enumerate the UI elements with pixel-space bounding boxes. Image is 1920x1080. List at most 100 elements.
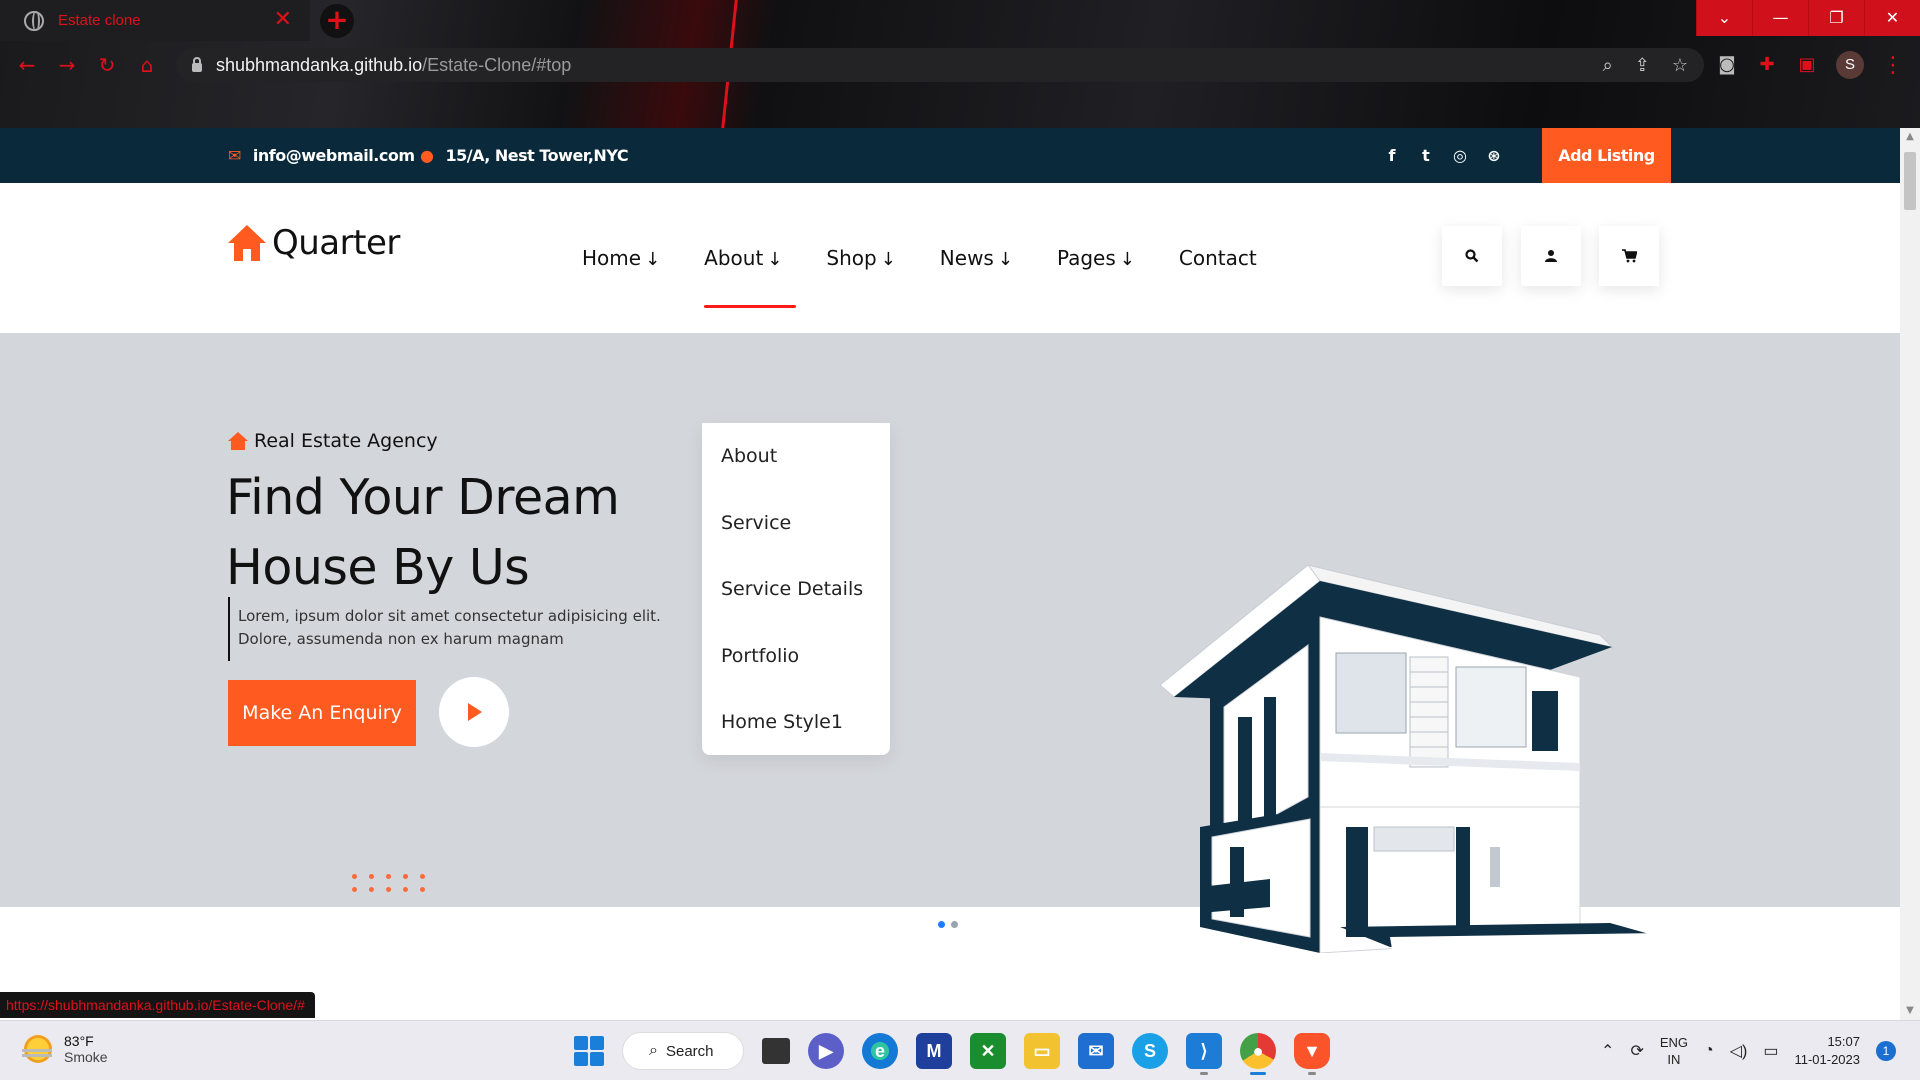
mail-icon[interactable]: ✉ bbox=[1078, 1033, 1114, 1069]
notification-badge[interactable]: 1 bbox=[1876, 1041, 1896, 1061]
new-tab-button[interactable]: + bbox=[320, 4, 354, 38]
camera-extension-icon[interactable]: ◙ bbox=[1716, 54, 1738, 76]
email-link[interactable]: ✉ info@webmail.com bbox=[228, 128, 415, 183]
address-bar[interactable]: shubhmandanka.github.io/Estate-Clone/#to… bbox=[176, 48, 1704, 82]
scroll-up-icon[interactable]: ▲ bbox=[1900, 128, 1920, 146]
site-logo[interactable]: Quarter bbox=[228, 223, 400, 263]
dropdown-item-portfolio[interactable]: Portfolio bbox=[702, 641, 890, 708]
dropdown-item-about[interactable]: About bbox=[702, 441, 890, 508]
tab-close-icon[interactable]: ✕ bbox=[274, 8, 292, 32]
nav-item-home[interactable]: Home ↓ bbox=[582, 246, 660, 270]
email-text: info@webmail.com bbox=[252, 146, 415, 165]
lock-icon[interactable] bbox=[192, 56, 202, 72]
taskbar-search[interactable]: ⌕ Search bbox=[622, 1032, 744, 1070]
page-scrollbar[interactable]: ▲ ▼ bbox=[1900, 128, 1920, 1020]
battery-icon[interactable]: ▭ bbox=[1763, 1041, 1778, 1061]
weather-condition: Smoke bbox=[64, 1049, 108, 1065]
weather-widget[interactable]: 83°F Smoke bbox=[22, 1033, 108, 1065]
teams-icon[interactable]: ▶ bbox=[808, 1033, 844, 1069]
address-text: 15/A, Nest Tower,NYC bbox=[445, 146, 629, 165]
address-link[interactable]: ● 15/A, Nest Tower,NYC bbox=[420, 128, 629, 183]
decorative-dot-pattern bbox=[352, 874, 426, 892]
nav-item-news[interactable]: News ↓ bbox=[940, 246, 1013, 270]
browser-tab[interactable]: Estate clone ✕ bbox=[0, 0, 310, 41]
desc-line-2: Dolore, assumenda non ex harum magnam bbox=[238, 630, 564, 648]
chrome-icon[interactable]: ● bbox=[1240, 1033, 1276, 1075]
arrow-down-icon: ↓ bbox=[767, 249, 783, 270]
nav-item-shop[interactable]: Shop ↓ bbox=[826, 246, 895, 270]
restore-button[interactable]: ❐ bbox=[1808, 0, 1864, 36]
status-bar-url: https://shubhmandanka.github.io/Estate-C… bbox=[0, 992, 315, 1018]
sync-icon[interactable]: ⟳ bbox=[1630, 1041, 1643, 1061]
social-links: f t ◎ ⊛ bbox=[1382, 128, 1504, 183]
share-icon[interactable]: ⇪ bbox=[1635, 55, 1650, 76]
location-pin-icon: ● bbox=[420, 146, 434, 165]
dropdown-item-service[interactable]: Service bbox=[702, 508, 890, 575]
forward-icon[interactable]: → bbox=[52, 46, 82, 84]
instagram-icon[interactable]: ◎ bbox=[1450, 146, 1470, 165]
user-icon bbox=[1545, 250, 1557, 262]
vscode-icon[interactable]: ⟩ bbox=[1186, 1033, 1222, 1075]
cart-button[interactable] bbox=[1599, 226, 1659, 286]
input-language[interactable]: ENG IN bbox=[1660, 1034, 1688, 1068]
volume-icon[interactable]: ◁) bbox=[1730, 1041, 1748, 1061]
slider-dot-2[interactable] bbox=[951, 921, 958, 928]
minimize-button[interactable]: — bbox=[1752, 0, 1808, 36]
hero-section: Real Estate Agency Find Your Dream House… bbox=[0, 333, 1900, 953]
search-icon: ⌕ bbox=[649, 1042, 658, 1059]
url-path: /Estate-Clone/#top bbox=[422, 54, 572, 75]
zoom-icon[interactable]: ⌕ bbox=[1603, 55, 1613, 76]
logo-text: Quarter bbox=[272, 223, 400, 263]
home-icon[interactable]: ⌂ bbox=[132, 46, 162, 84]
taskbar-search-label: Search bbox=[665, 1042, 714, 1060]
back-icon[interactable]: ← bbox=[12, 46, 42, 84]
taskbar-apps: ⌕ Search ▶ e M ✕ ▭ ✉ S ⟩ ● ▼ bbox=[574, 1031, 1330, 1075]
headline-line-2: House By Us bbox=[226, 539, 530, 596]
puzzle-extension-icon[interactable]: ✚ bbox=[1756, 54, 1778, 76]
tab-title: Estate clone bbox=[58, 12, 141, 29]
app-icon[interactable]: M bbox=[916, 1033, 952, 1069]
task-view-icon[interactable] bbox=[762, 1038, 790, 1064]
arrow-down-icon: ↓ bbox=[997, 249, 1013, 270]
cart-icon bbox=[1621, 249, 1637, 263]
tab-search-button[interactable]: ⌄ bbox=[1696, 0, 1752, 36]
hero-description: Lorem, ipsum dolor sit amet consectetur … bbox=[228, 597, 661, 661]
edge-icon[interactable]: e bbox=[862, 1033, 898, 1069]
desc-line-1: Lorem, ipsum dolor sit amet consectetur … bbox=[238, 607, 661, 625]
extensions-area: ◙ ✚ ▣ S ⋮ bbox=[1716, 48, 1904, 82]
facebook-icon[interactable]: f bbox=[1382, 146, 1402, 165]
slider-dot-1[interactable] bbox=[938, 921, 945, 928]
nav-item-about[interactable]: About ↓ bbox=[704, 246, 797, 308]
hero-tagline: Real Estate Agency bbox=[228, 430, 438, 452]
twitter-icon[interactable]: t bbox=[1416, 146, 1436, 165]
account-button[interactable] bbox=[1521, 226, 1581, 286]
nav-item-contact[interactable]: Contact bbox=[1179, 246, 1257, 270]
dribbble-icon[interactable]: ⊛ bbox=[1484, 146, 1504, 165]
clock[interactable]: 15:07 11-01-2023 bbox=[1794, 1033, 1860, 1069]
bookmark-star-icon[interactable]: ☆ bbox=[1672, 55, 1688, 76]
browser-chrome: Estate clone ✕ + ⌄ — ❐ ✕ ← → ↻ ⌂ shubhma… bbox=[0, 0, 1920, 128]
nav-item-pages[interactable]: Pages ↓ bbox=[1057, 246, 1135, 270]
dropdown-item-home-style1[interactable]: Home Style1 bbox=[702, 707, 890, 774]
tray-overflow-icon[interactable]: ⌃ bbox=[1601, 1041, 1614, 1061]
profile-avatar[interactable]: S bbox=[1836, 51, 1864, 79]
scrollbar-thumb[interactable] bbox=[1904, 152, 1916, 210]
search-button[interactable] bbox=[1442, 226, 1502, 286]
brave-icon[interactable]: ▼ bbox=[1294, 1033, 1330, 1075]
dropdown-item-service-details[interactable]: Service Details bbox=[702, 574, 890, 641]
reload-icon[interactable]: ↻ bbox=[92, 46, 122, 84]
add-listing-button[interactable]: Add Listing bbox=[1542, 128, 1671, 183]
make-enquiry-button[interactable]: Make An Enquiry bbox=[228, 680, 416, 746]
scroll-down-icon[interactable]: ▼ bbox=[1900, 1002, 1920, 1020]
skype-icon[interactable]: S bbox=[1132, 1033, 1168, 1069]
main-menu: Home ↓ About ↓ Shop ↓ News ↓ Pages ↓ Contact bbox=[582, 183, 1301, 333]
globe-icon bbox=[24, 10, 44, 31]
xbox-icon[interactable]: ✕ bbox=[970, 1033, 1006, 1069]
wifi-icon[interactable]: ◔ bbox=[1704, 1042, 1714, 1060]
play-video-button[interactable] bbox=[439, 677, 509, 747]
sidepanel-icon[interactable]: ▣ bbox=[1796, 54, 1818, 76]
file-explorer-icon[interactable]: ▭ bbox=[1024, 1033, 1060, 1069]
windows-start-icon[interactable] bbox=[574, 1036, 604, 1066]
close-window-button[interactable]: ✕ bbox=[1864, 0, 1920, 36]
browser-menu-icon[interactable]: ⋮ bbox=[1882, 53, 1904, 78]
